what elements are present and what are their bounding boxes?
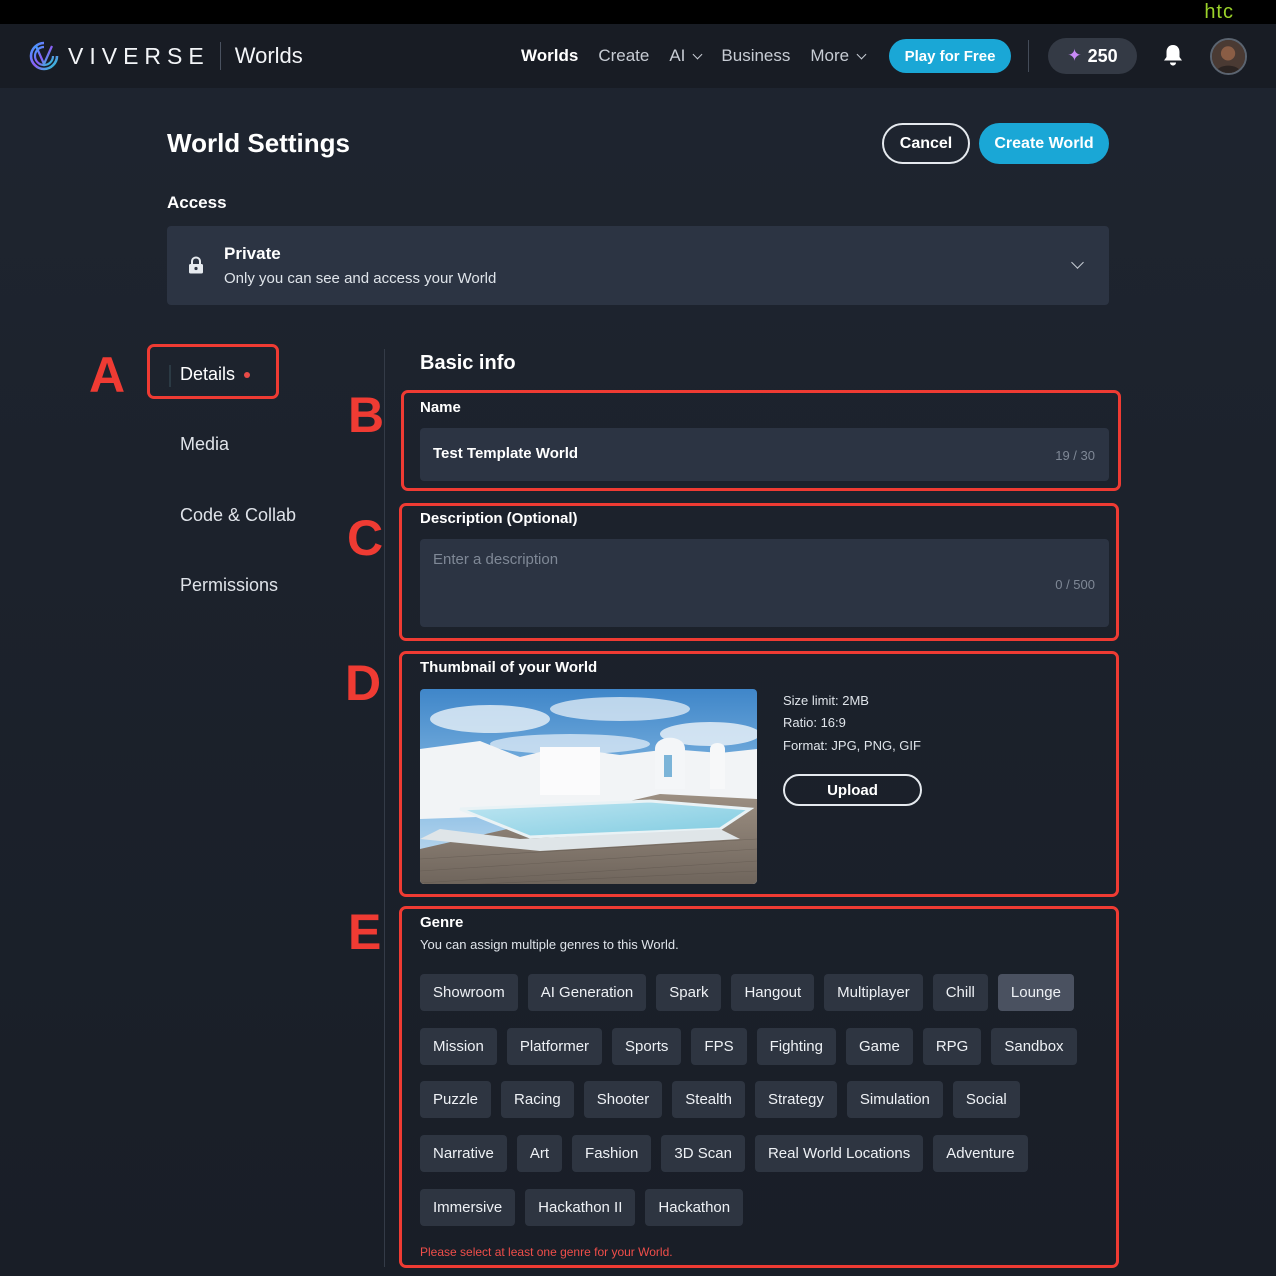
play-for-free-button[interactable]: Play for Free: [889, 39, 1011, 73]
annotation-box-e: [399, 906, 1119, 1268]
credits-badge[interactable]: ✦ 250: [1048, 38, 1137, 74]
brand-product: Worlds: [234, 43, 303, 68]
lock-icon: [189, 256, 203, 274]
main-nav: Worlds Create AI Business More: [521, 46, 885, 66]
nav-business[interactable]: Business: [721, 46, 790, 66]
create-world-button[interactable]: Create World: [979, 123, 1109, 164]
access-label: Access: [167, 193, 227, 212]
bell-icon[interactable]: [1162, 43, 1184, 67]
cancel-button[interactable]: Cancel: [882, 123, 970, 164]
sparkle-icon: ✦: [1067, 46, 1082, 65]
section-title: Basic info: [420, 352, 516, 374]
page-title: World Settings: [167, 128, 350, 158]
nav-create[interactable]: Create: [598, 46, 649, 66]
annotation-letter-c: C: [347, 510, 384, 566]
brand[interactable]: VIVERSE Worlds: [28, 40, 303, 72]
annotation-box-d: [399, 651, 1119, 897]
htc-logo: HTC: [1204, 1, 1234, 23]
nav-business-label: Business: [721, 46, 791, 65]
sidebar-item-permissions[interactable]: Permissions: [180, 575, 278, 596]
nav-more[interactable]: More: [810, 46, 867, 66]
annotation-letter-e: E: [348, 904, 382, 960]
nav-more-label: More: [810, 46, 850, 65]
annotation-letter-a: A: [89, 347, 126, 403]
nav-worlds[interactable]: Worlds: [521, 46, 578, 66]
viverse-logo-icon: [29, 41, 59, 71]
top-strip: HTC: [0, 0, 1276, 24]
nav-ai[interactable]: AI: [669, 46, 703, 66]
sidebar-item-media[interactable]: Media: [180, 434, 229, 455]
access-description: Only you can see and access your World: [224, 270, 497, 287]
nav-worlds-label: Worlds: [521, 46, 579, 65]
user-avatar[interactable]: [1210, 38, 1247, 75]
avatar-face-icon: [1212, 40, 1245, 73]
nav-divider: [1028, 40, 1029, 72]
annotation-box-c: [399, 503, 1119, 641]
chevron-down-icon: [856, 49, 867, 59]
access-dropdown[interactable]: Private Only you can see and access your…: [167, 226, 1109, 305]
chevron-down-icon: [1071, 256, 1084, 269]
sidebar-item-code-collab[interactable]: Code & Collab: [180, 505, 296, 526]
sidebar-divider: [384, 349, 385, 1267]
brand-name: VIVERSE: [68, 42, 210, 69]
credits-count: 250: [1087, 45, 1118, 66]
annotation-box-a: [147, 344, 279, 399]
annotation-letter-d: D: [345, 655, 382, 711]
annotation-box-b: [401, 390, 1121, 491]
brand-divider: [219, 42, 221, 70]
chevron-down-icon: [692, 49, 703, 59]
nav-ai-label: AI: [669, 46, 686, 65]
nav-create-label: Create: [598, 46, 650, 65]
access-title: Private: [224, 244, 281, 263]
annotation-letter-b: B: [348, 387, 385, 443]
